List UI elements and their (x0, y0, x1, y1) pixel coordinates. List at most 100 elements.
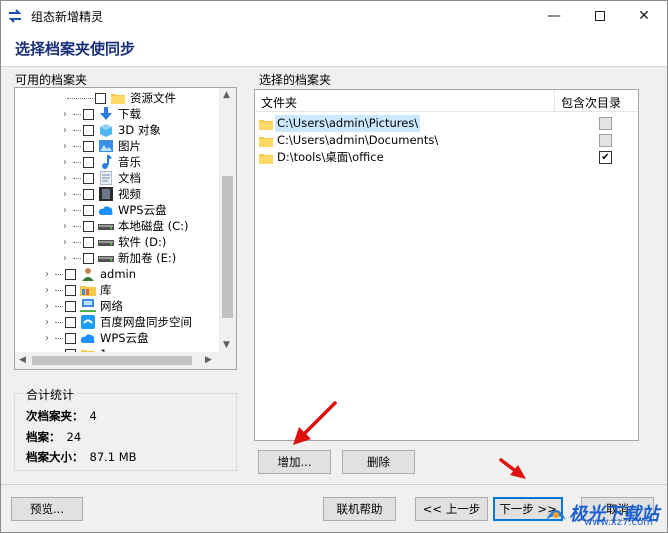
user-icon (80, 267, 96, 281)
documents-icon (98, 171, 114, 185)
tree-item[interactable]: › WPS云盘 (59, 202, 167, 218)
chevron-right-icon[interactable]: › (59, 125, 71, 136)
list-item[interactable]: D:\tools\桌面\office ✔ (255, 149, 638, 166)
tree-item-checkbox[interactable] (65, 268, 76, 280)
tree-item-checkbox[interactable] (65, 316, 76, 328)
watermark-url: www.xz7.com (584, 517, 653, 528)
chevron-right-icon[interactable]: › (41, 285, 53, 296)
tree-item[interactable]: › 图片 (59, 138, 141, 154)
annotation-arrow-next (499, 458, 526, 479)
download-icon (98, 107, 114, 121)
tree-vertical-scrollbar[interactable]: ▲ ▼ (219, 88, 236, 354)
include-subdirs-checkbox (599, 134, 612, 147)
music-icon (98, 155, 114, 169)
selected-folders-list[interactable]: 文件夹 包含次目录 C:\Users\admin\Pictures\ C:\Use… (254, 89, 639, 441)
chevron-right-icon[interactable]: › (59, 157, 71, 168)
scroll-left-icon[interactable]: ◀ (19, 355, 26, 365)
scroll-right-icon[interactable]: ▶ (205, 355, 212, 365)
remove-button[interactable]: 删除 (342, 450, 415, 474)
tree-item[interactable]: › 3D 对象 (59, 122, 161, 138)
tree-vscroll-thumb[interactable] (222, 176, 233, 318)
tree-item-checkbox[interactable] (83, 252, 94, 264)
column-include-subdirs[interactable]: 包含次目录 (561, 94, 621, 111)
tree-item[interactable]: › 下载 (59, 106, 141, 122)
folder-tree-viewport: 资源文件 › 下载 › 3D 对象 › 图片 › 音乐 › 文档 › 视频 › WPS云盘 › 本地磁盘 (C:… (15, 88, 220, 354)
tree-item-checkbox[interactable] (65, 300, 76, 312)
chevron-right-icon[interactable]: › (59, 189, 71, 200)
tree-connector (55, 321, 63, 323)
tree-item[interactable]: › 软件 (D:) (59, 234, 166, 250)
chevron-right-icon[interactable]: › (41, 269, 53, 280)
tree-item[interactable]: › 文档 (59, 170, 141, 186)
tree-item[interactable]: › 网络 (41, 298, 123, 314)
tree-item[interactable]: › 百度网盘同步空间 (41, 314, 192, 330)
tree-hscroll-thumb[interactable] (32, 356, 192, 365)
folder-icon (259, 152, 273, 164)
chevron-right-icon[interactable]: › (41, 333, 53, 344)
tree-item-label: 文档 (118, 171, 141, 185)
chevron-right-icon[interactable]: › (59, 173, 71, 184)
tree-item[interactable]: › WPS云盘 (41, 330, 149, 346)
close-icon: ✕ (638, 8, 650, 24)
column-folder[interactable]: 文件夹 (261, 94, 297, 111)
tree-item-checkbox[interactable] (65, 284, 76, 296)
tree-item-label: 视频 (118, 187, 141, 201)
folder-icon (259, 118, 273, 130)
chevron-right-icon[interactable]: › (59, 253, 71, 264)
tree-item[interactable]: › 库 (41, 282, 112, 298)
close-button[interactable]: ✕ (621, 1, 667, 31)
tree-item-label: 图片 (118, 139, 141, 153)
scrollbar-corner (219, 352, 236, 369)
list-item[interactable]: C:\Users\admin\Documents\ (255, 132, 638, 149)
tree-item-label: 百度网盘同步空间 (100, 315, 192, 329)
tree-item-checkbox[interactable] (83, 236, 94, 248)
chevron-right-icon[interactable]: › (59, 205, 71, 216)
tree-horizontal-scrollbar[interactable]: ◀ ▶ (15, 352, 220, 369)
chevron-right-icon[interactable]: › (59, 237, 71, 248)
tree-item-label: 网络 (100, 299, 123, 313)
page-title: 选择档案夹使同步 (15, 40, 136, 58)
tree-item-label: 库 (100, 283, 112, 297)
maximize-button[interactable] (577, 1, 623, 31)
folder-tree[interactable]: 资源文件 › 下载 › 3D 对象 › 图片 › 音乐 › 文档 › 视频 › WPS云盘 › 本地磁盘 (C:… (14, 87, 237, 370)
sync-arrows-icon (8, 9, 22, 23)
tree-connector (73, 193, 81, 195)
watermark-logo-icon (546, 510, 566, 520)
tree-item-label: 本地磁盘 (C:) (118, 219, 189, 233)
back-button[interactable]: << 上一步 (415, 497, 488, 521)
include-subdirs-checkbox[interactable]: ✔ (599, 151, 612, 164)
tree-item[interactable]: › admin (41, 266, 136, 282)
tree-item[interactable]: › 音乐 (59, 154, 141, 170)
tree-item[interactable]: › 视频 (59, 186, 141, 202)
folder-path: D:\tools\桌面\office (277, 150, 384, 164)
tree-item[interactable]: › 本地磁盘 (C:) (59, 218, 189, 234)
preview-button[interactable]: 预览... (11, 497, 83, 521)
column-separator[interactable] (554, 90, 555, 112)
tree-item-checkbox[interactable] (83, 204, 94, 216)
chevron-right-icon[interactable]: › (41, 317, 53, 328)
tree-item-checkbox[interactable] (83, 156, 94, 168)
tree-item-checkbox[interactable] (83, 140, 94, 152)
tree-item-checkbox[interactable] (83, 108, 94, 120)
help-button[interactable]: 联机帮助 (323, 497, 396, 521)
tree-item[interactable]: 资源文件 (65, 90, 176, 106)
scroll-down-icon[interactable]: ▼ (223, 340, 230, 350)
scroll-up-icon[interactable]: ▲ (223, 90, 230, 100)
stats-title: 合计统计 (23, 386, 78, 403)
chevron-right-icon[interactable]: › (59, 141, 71, 152)
tree-item-checkbox[interactable] (83, 188, 94, 200)
tree-item-checkbox[interactable] (83, 172, 94, 184)
tree-item[interactable]: › 新加卷 (E:) (59, 250, 176, 266)
add-button[interactable]: 增加... (258, 450, 331, 474)
tree-item-checkbox[interactable] (83, 220, 94, 232)
tree-item-checkbox[interactable] (83, 124, 94, 136)
chevron-right-icon[interactable]: › (59, 221, 71, 232)
tree-item-label: 音乐 (118, 155, 141, 169)
chevron-right-icon[interactable]: › (41, 301, 53, 312)
drive-icon (98, 235, 114, 249)
tree-item-checkbox[interactable] (65, 332, 76, 344)
list-item[interactable]: C:\Users\admin\Pictures\ (255, 115, 638, 132)
minimize-button[interactable]: — (531, 1, 577, 31)
tree-item-checkbox[interactable] (95, 92, 106, 104)
chevron-right-icon[interactable]: › (59, 109, 71, 120)
